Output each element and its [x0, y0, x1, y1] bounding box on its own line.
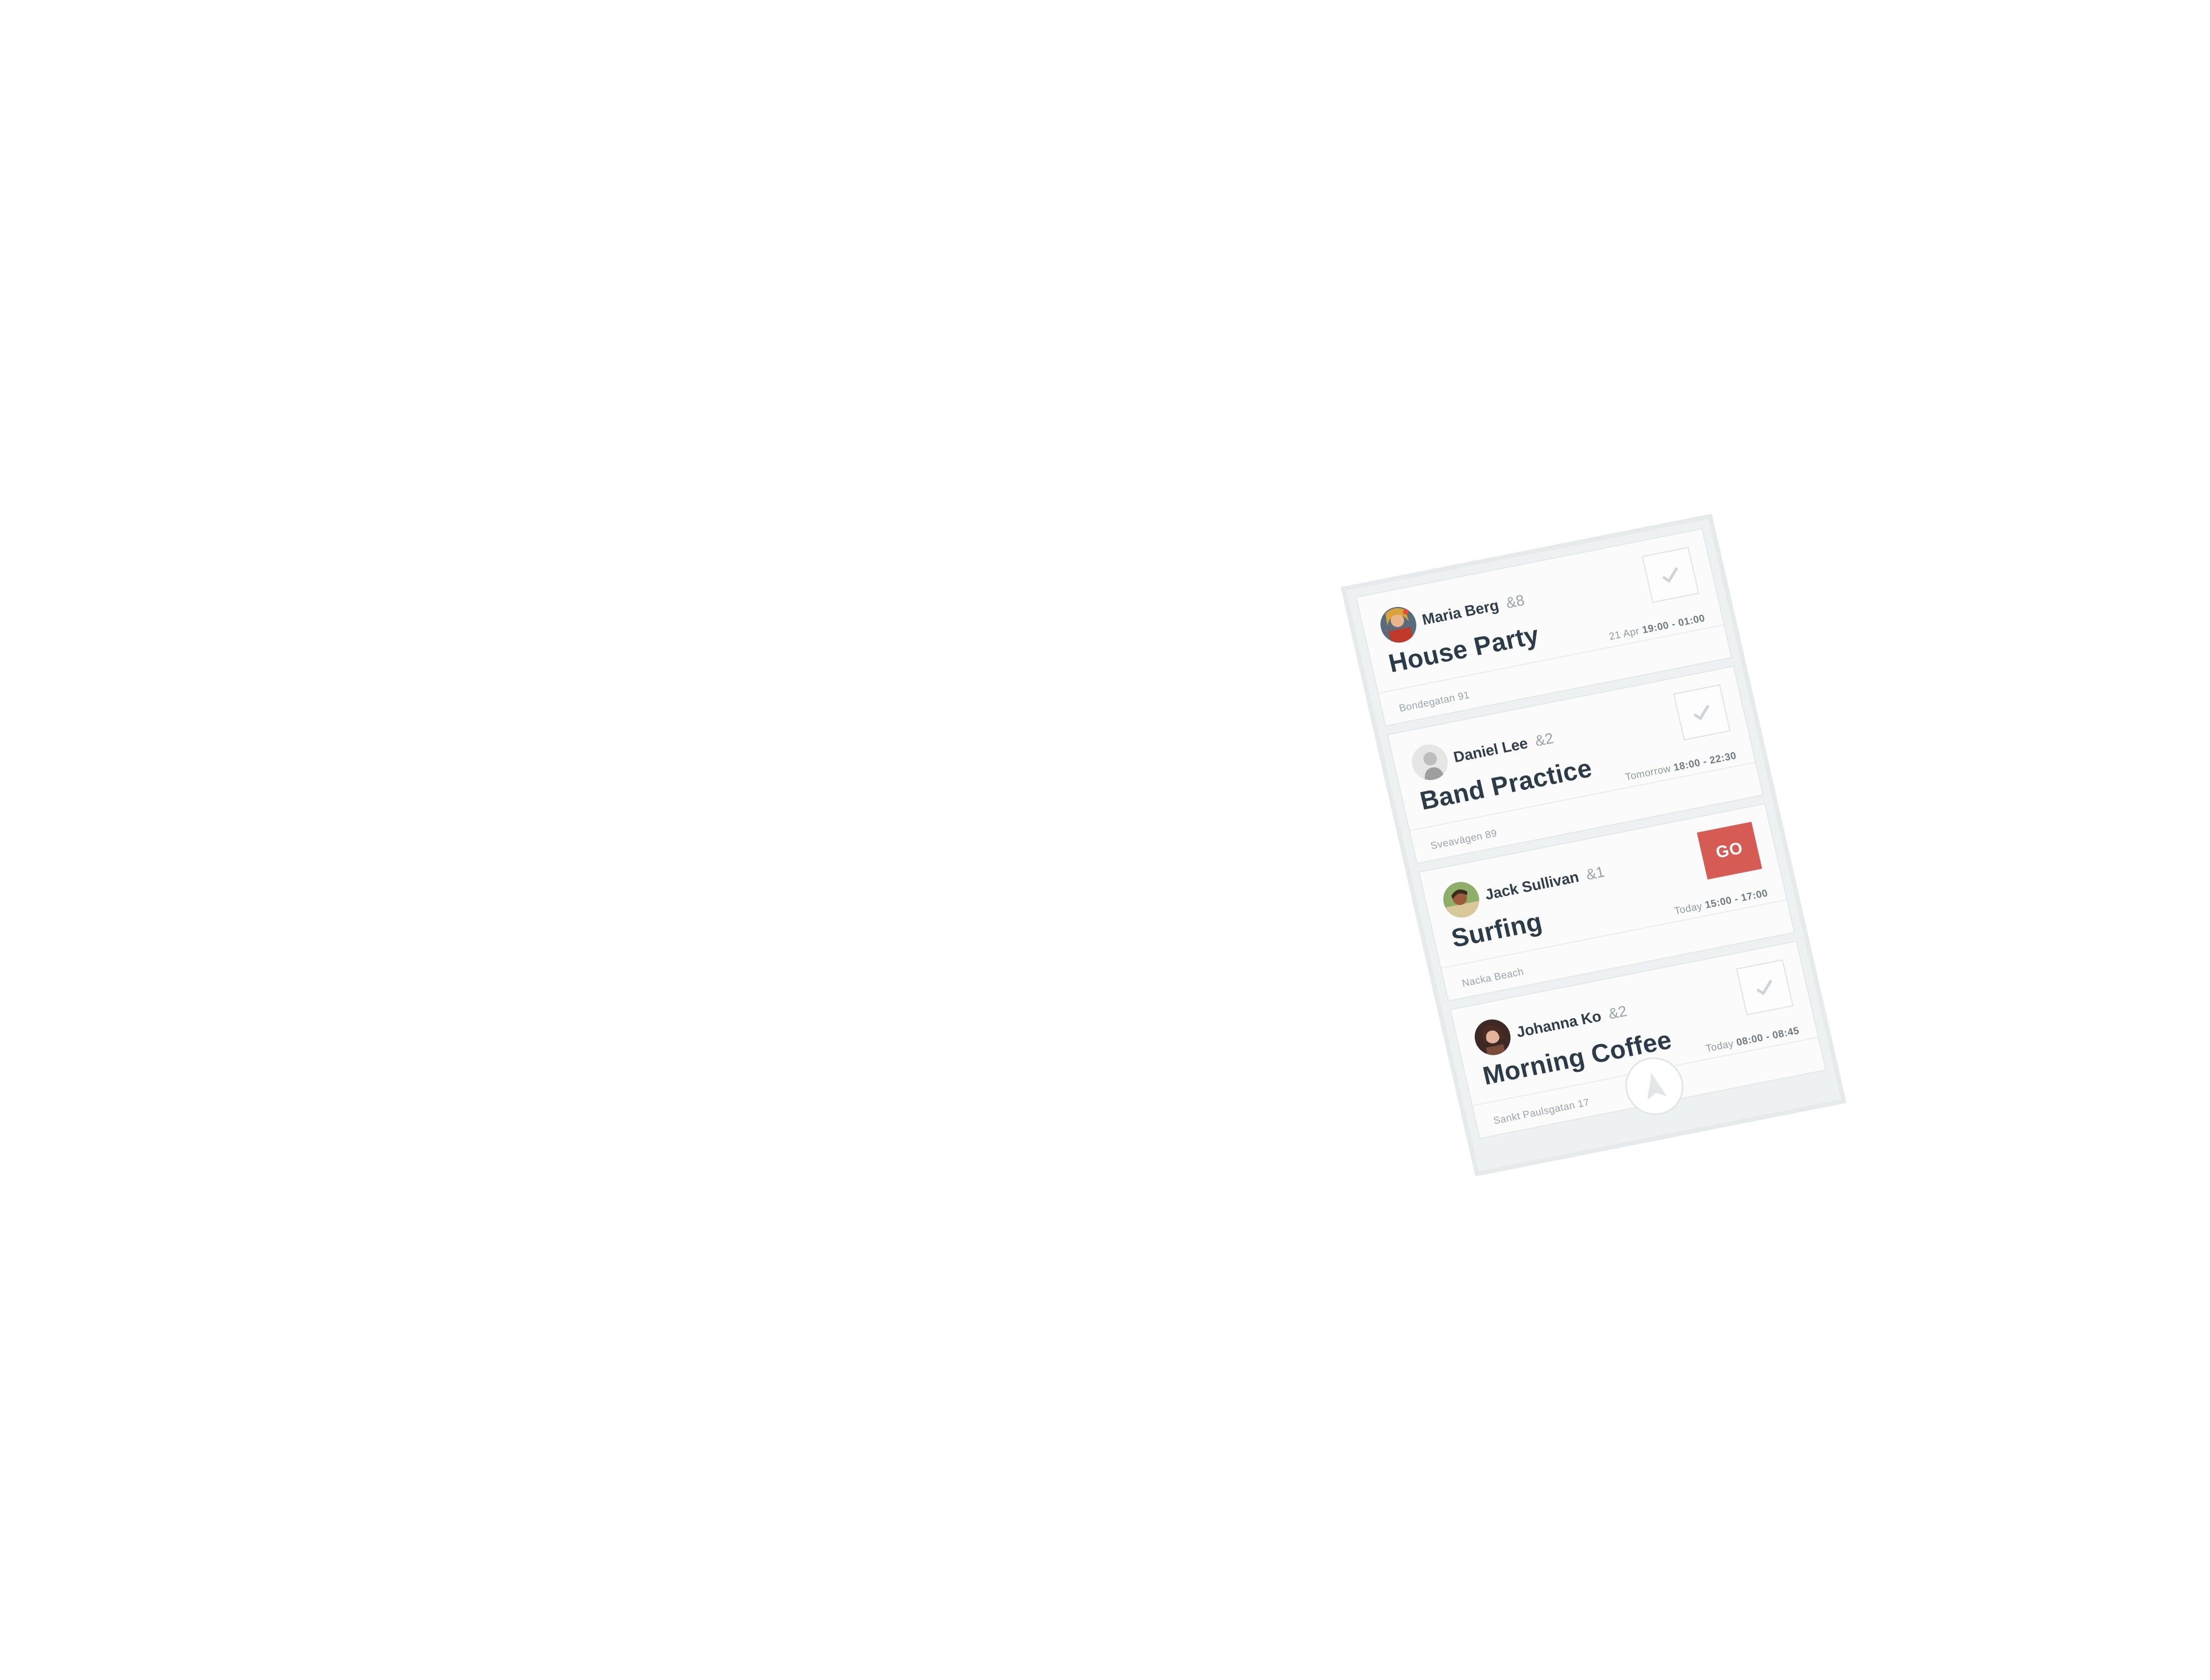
check-icon — [1662, 567, 1678, 583]
event-address: Sveavägen 89 — [1429, 827, 1498, 852]
event-address: Sankt Paulsgatan 17 — [1492, 1096, 1591, 1127]
host-avatar — [1408, 741, 1452, 783]
check-icon — [1756, 979, 1772, 995]
avatar-daniel-icon — [1408, 741, 1452, 783]
stage: Maria Berg &8 House Party 21 Apr 19:00 -… — [0, 0, 2210, 1680]
host-name: Jack Sullivan — [1483, 868, 1581, 903]
event-address: Bondegatan 91 — [1398, 689, 1471, 714]
event-address: Nacka Beach — [1460, 965, 1525, 989]
avatar-johanna-icon — [1471, 1016, 1514, 1059]
host-name: Johanna Ko — [1515, 1007, 1603, 1041]
avatar-jack-icon — [1439, 878, 1483, 921]
host-avatar — [1377, 604, 1420, 646]
host-name: Maria Berg — [1420, 596, 1501, 628]
guest-count: &8 — [1504, 591, 1526, 612]
guest-count: &1 — [1584, 862, 1606, 883]
host-name: Daniel Lee — [1452, 734, 1530, 765]
navigate-arrow-icon — [1647, 1073, 1667, 1101]
check-icon — [1693, 705, 1710, 721]
check-button[interactable] — [1736, 959, 1794, 1016]
event-list-screen: Maria Berg &8 House Party 21 Apr 19:00 -… — [1341, 513, 1847, 1176]
go-button[interactable]: GO — [1696, 821, 1762, 880]
guest-count: &2 — [1607, 1002, 1629, 1023]
check-button[interactable] — [1642, 547, 1700, 603]
host-avatar — [1439, 878, 1483, 921]
guest-count: &2 — [1533, 729, 1555, 749]
check-button[interactable] — [1673, 684, 1731, 741]
host-avatar — [1471, 1016, 1514, 1059]
avatar-maria-icon — [1377, 604, 1420, 646]
